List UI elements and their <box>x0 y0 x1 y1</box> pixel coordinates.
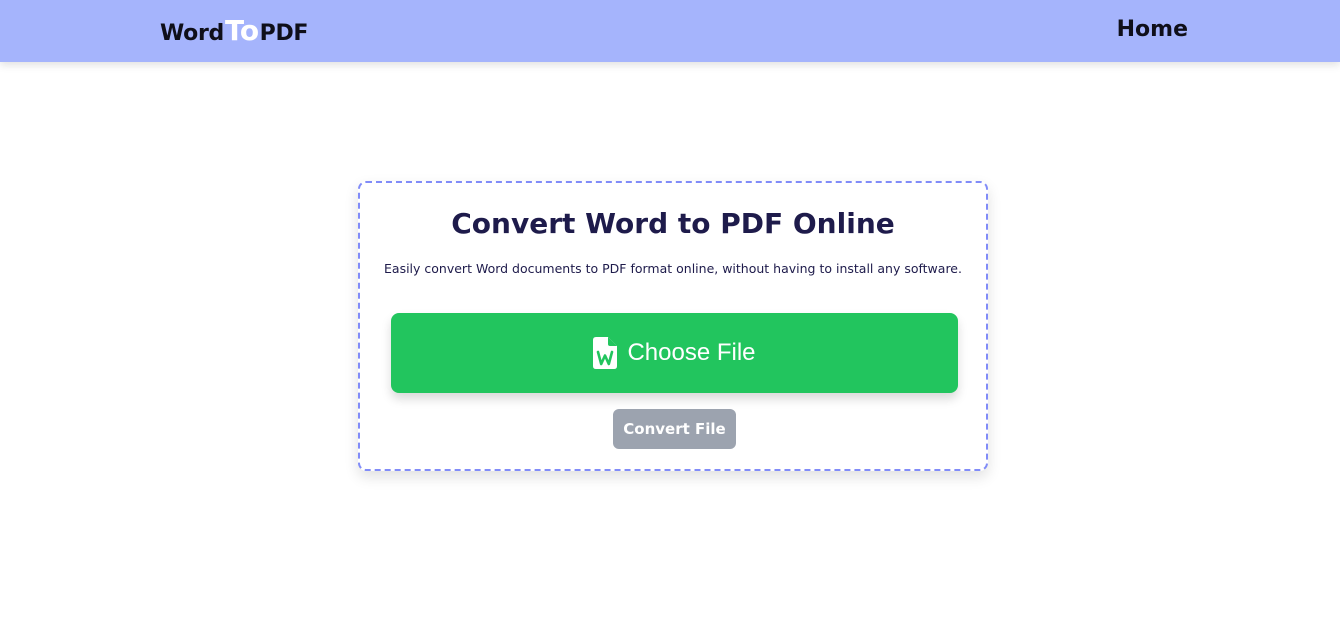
logo-pdf: PDF <box>259 21 309 46</box>
word-file-icon <box>593 337 618 369</box>
logo-to: To <box>225 14 259 47</box>
converter-card: Convert Word to PDF Online Easily conver… <box>358 181 988 471</box>
logo-word: Word <box>160 21 224 46</box>
site-logo[interactable]: Word To PDF <box>160 14 308 48</box>
top-navbar: Word To PDF Home <box>0 0 1340 62</box>
page-description: Easily convert Word documents to PDF for… <box>384 261 962 276</box>
choose-file-label: Choose File <box>627 339 756 366</box>
page-title: Convert Word to PDF Online <box>451 207 895 240</box>
nav-home-link[interactable]: Home <box>1117 17 1188 42</box>
choose-file-button[interactable]: Choose File <box>391 313 958 393</box>
convert-file-button[interactable]: Convert File <box>613 409 736 449</box>
